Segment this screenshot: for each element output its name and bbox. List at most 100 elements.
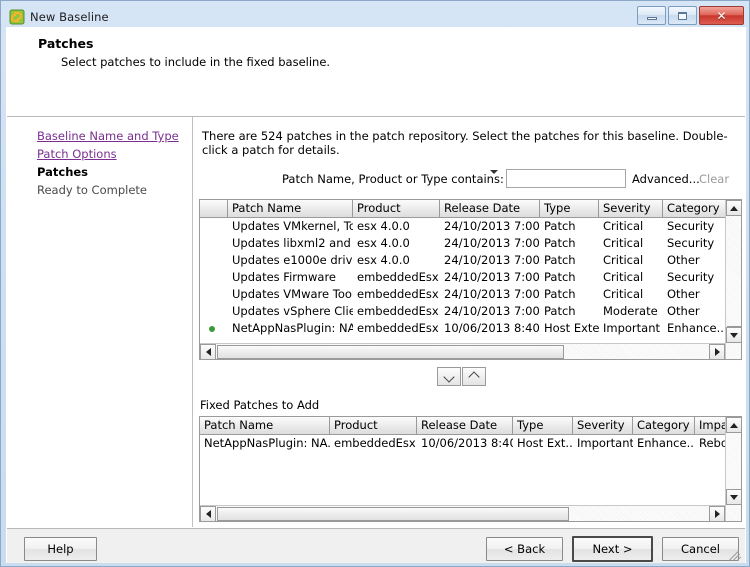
arrow-down-icon — [730, 332, 738, 338]
scroll-up-button[interactable] — [726, 200, 741, 216]
fixed-patches-table: Patch Name Product Release Date Type Severit… — [199, 416, 742, 522]
title-bar: New Baseline ✕ — [5, 5, 745, 28]
remove-patch-button[interactable] — [462, 367, 486, 386]
table-row[interactable]: Updates VMkernel, To... esx 4.0.0 24/10/20… — [200, 218, 741, 235]
fixed-patches-header-row: Patch Name Product Release Date Type Severit… — [200, 417, 741, 435]
available-patches-body: Updates VMkernel, To... esx 4.0.0 24/10/20… — [200, 218, 741, 337]
fixed-patches-horizontal-scrollbar[interactable] — [200, 505, 725, 521]
window-controls: ✕ — [637, 6, 744, 25]
filter-search-input[interactable] — [506, 169, 626, 188]
cell-type: Patch — [544, 219, 576, 233]
cell-release-date: 24/10/2013 7:00:... — [444, 270, 540, 284]
filter-dropdown-button[interactable] — [488, 170, 500, 187]
cell-category: Other — [667, 253, 700, 267]
help-button[interactable]: Help — [24, 537, 97, 561]
horizontal-scroll-thumb[interactable] — [217, 345, 564, 359]
horizontal-scroll-thumb[interactable] — [217, 507, 569, 521]
scroll-right-button[interactable] — [709, 506, 725, 521]
table-row[interactable]: Updates libxml2 and lib.. esx 4.0.0 24/10/… — [200, 235, 741, 252]
close-icon: ✕ — [716, 8, 727, 23]
table-row[interactable]: NetAppNasPlugin: NA... embeddedEsx... 10/0… — [200, 435, 741, 452]
selected-dot-icon — [209, 326, 215, 332]
column-header-release-date[interactable]: Release Date — [417, 417, 513, 434]
add-patch-button[interactable] — [437, 367, 461, 386]
minimize-button[interactable] — [637, 6, 666, 25]
cell-severity: Critical — [603, 287, 644, 301]
column-header-patch-name[interactable]: Patch Name — [228, 200, 353, 217]
scroll-down-button[interactable] — [726, 489, 741, 505]
row-status-cell — [200, 235, 228, 252]
sidebar-item-patches[interactable]: Patches — [37, 164, 192, 180]
sidebar-item-patch-options[interactable]: Patch Options — [37, 146, 192, 162]
column-header-category[interactable]: Category — [663, 200, 727, 217]
chevron-down-icon — [445, 372, 454, 381]
cell-product: embeddedEsx .. — [357, 321, 440, 335]
column-header-product[interactable]: Product — [330, 417, 417, 434]
available-patches-table: Patch Name Product Release Date Type Severit… — [199, 199, 742, 360]
client-area: Patches Select patches to include in the… — [6, 27, 746, 563]
cell-type: Patch — [544, 270, 576, 284]
cell-type: Host Ext... — [517, 436, 573, 450]
cell-type: Patch — [544, 287, 576, 301]
maximize-button[interactable] — [668, 6, 697, 25]
column-header-severity[interactable]: Severity — [599, 200, 663, 217]
table-row[interactable]: Updates VMware Tools embeddedEsx .. 24/10/… — [200, 286, 741, 303]
cell-patch-name: Updates VMkernel, To... — [232, 219, 353, 233]
column-header-category[interactable]: Category — [633, 417, 695, 434]
column-header-type[interactable]: Type — [540, 200, 599, 217]
cell-severity: Critical — [603, 253, 644, 267]
row-status-cell — [200, 218, 228, 235]
column-header-type[interactable]: Type — [513, 417, 573, 434]
row-status-cell — [200, 320, 228, 337]
cell-severity: Moderate — [603, 304, 658, 318]
table-row[interactable]: Updates e1000e drivers esx 4.0.0 24/10/201… — [200, 252, 741, 269]
cell-product: embeddedEsx .. — [357, 304, 440, 318]
cell-severity: Critical — [603, 270, 644, 284]
table-row[interactable]: NetAppNasPlugin: NA... embeddedEsx .. 10/0… — [200, 320, 741, 337]
cell-category: Security — [667, 236, 715, 250]
cancel-button[interactable]: Cancel — [662, 537, 739, 561]
close-button[interactable]: ✕ — [699, 6, 744, 25]
cell-patch-name: Updates Firmware — [232, 270, 336, 284]
arrow-left-icon — [205, 348, 211, 356]
scroll-up-button[interactable] — [726, 417, 741, 433]
cell-type: Patch — [544, 304, 576, 318]
arrow-up-icon — [730, 422, 738, 428]
scroll-right-button[interactable] — [709, 344, 725, 359]
column-header-product[interactable]: Product — [353, 200, 440, 217]
page-title: Patches — [38, 36, 94, 51]
available-patches-vertical-scrollbar[interactable] — [725, 200, 741, 359]
baseline-icon — [9, 9, 25, 25]
page-subtitle: Select patches to include in the fixed b… — [61, 55, 331, 69]
column-header-release-date[interactable]: Release Date — [440, 200, 540, 217]
cell-release-date: 24/10/2013 7:00:... — [444, 253, 540, 267]
cell-patch-name: Updates e1000e drivers — [232, 253, 353, 267]
cell-category: Other — [667, 287, 700, 301]
row-status-cell — [200, 303, 228, 320]
clear-filter-button[interactable]: Clear — [699, 172, 729, 186]
column-header-patch-name[interactable]: Patch Name — [200, 417, 330, 434]
cell-type: Patch — [544, 236, 576, 250]
column-header-status[interactable] — [200, 200, 228, 217]
table-row[interactable]: Updates Firmware embeddedEsx .. 24/10/2013… — [200, 269, 741, 286]
scroll-left-button[interactable] — [200, 344, 216, 359]
scroll-down-button[interactable] — [726, 327, 741, 343]
scroll-left-button[interactable] — [200, 506, 216, 521]
fixed-patches-vertical-scrollbar[interactable] — [725, 417, 741, 521]
cell-patch-name: Updates vSphere Client — [232, 304, 353, 318]
sidebar-item-baseline-name-and-type[interactable]: Baseline Name and Type — [37, 128, 192, 144]
advanced-filter-button[interactable]: Advanced... — [632, 172, 700, 186]
back-button[interactable]: < Back — [486, 537, 563, 561]
column-header-severity[interactable]: Severity — [573, 417, 633, 434]
window-title: New Baseline — [30, 9, 109, 24]
available-patches-horizontal-scrollbar[interactable] — [200, 343, 725, 359]
move-patch-buttons — [437, 367, 486, 386]
cell-product: embeddedEsx... — [334, 436, 417, 450]
cell-release-date: 24/10/2013 7:00:... — [444, 304, 540, 318]
next-button[interactable]: Next > — [572, 536, 653, 562]
resize-grip-icon[interactable] — [729, 549, 742, 561]
row-status-cell — [200, 286, 228, 303]
table-row[interactable]: Updates vSphere Client embeddedEsx .. 24/1… — [200, 303, 741, 320]
fixed-patches-label: Fixed Patches to Add — [200, 398, 320, 412]
arrow-right-icon — [714, 348, 720, 356]
